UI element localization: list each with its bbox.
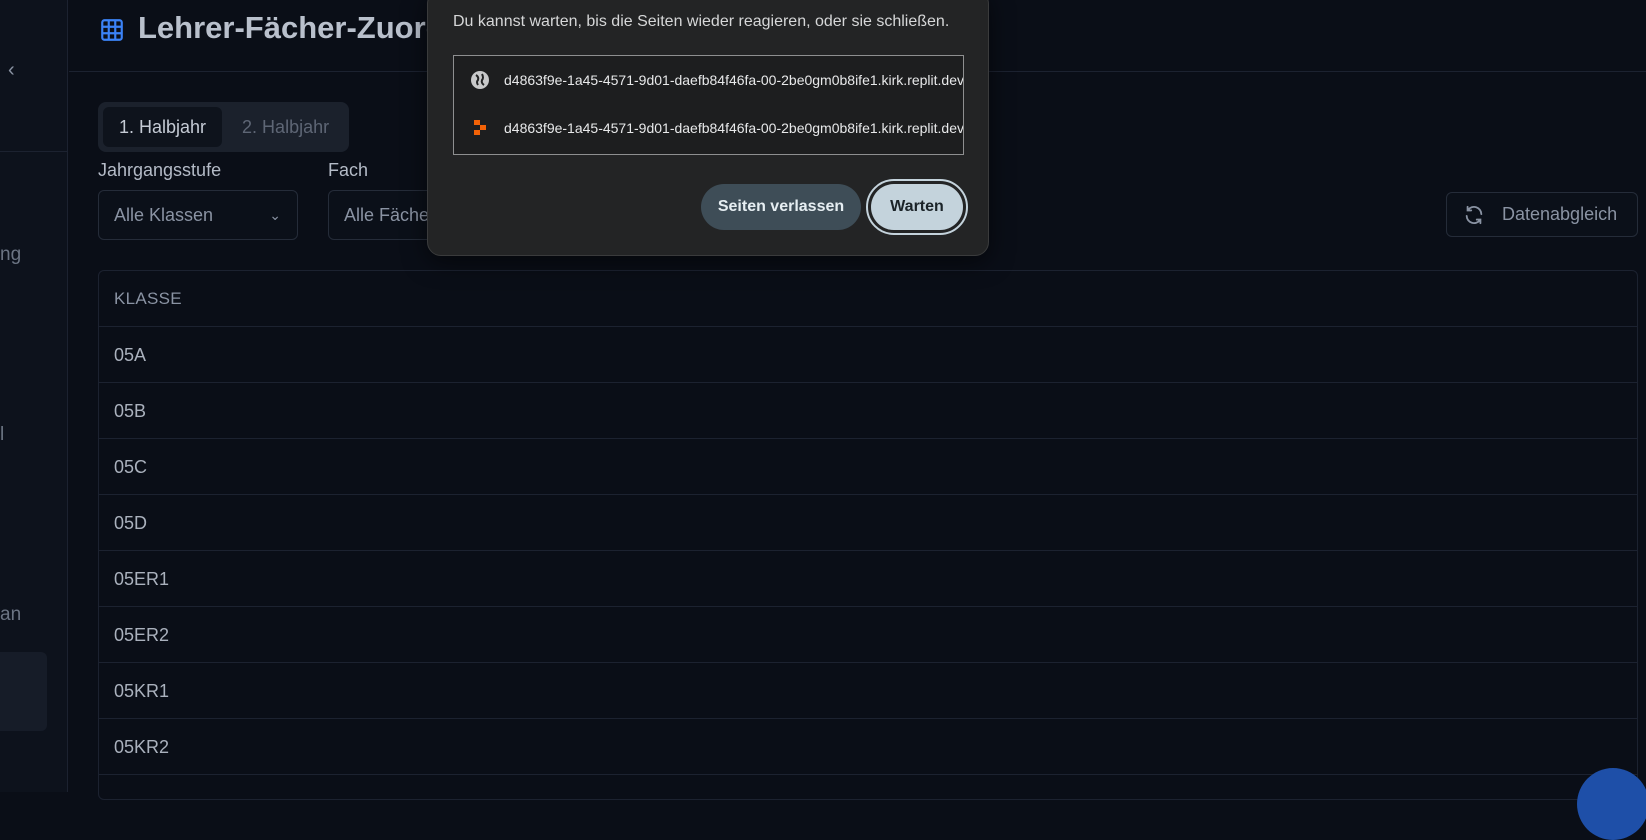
- table-row[interactable]: 05ER1: [99, 551, 1637, 607]
- grade-select[interactable]: Alle Klassen ⌄: [98, 190, 298, 240]
- table-row[interactable]: 05C: [99, 439, 1637, 495]
- sidebar-item-label[interactable]: l: [0, 424, 4, 446]
- sidebar-item-active[interactable]: [0, 652, 47, 731]
- help-button[interactable]: [1577, 768, 1646, 840]
- grade-filter-label: Jahrgangsstufe: [98, 160, 222, 180]
- table-row[interactable]: 05ER2: [99, 607, 1637, 663]
- leave-pages-button[interactable]: Seiten verlassen: [701, 184, 861, 230]
- globe-icon: [471, 71, 489, 89]
- table-row[interactable]: 05D: [99, 495, 1637, 551]
- list-item: d4863f9e-1a45-4571-9d01-daefb84f46fa-00-…: [454, 56, 963, 104]
- page-title: Lehrer-Fächer-Zuord: [138, 10, 445, 45]
- wait-button[interactable]: Warten: [866, 179, 968, 235]
- subject-select-value: Alle Fächer: [344, 205, 436, 225]
- semester-tabs: 1. Halbjahr 2. Halbjahr: [98, 102, 349, 152]
- replit-icon: [474, 120, 486, 135]
- sync-button[interactable]: Datenabgleich: [1446, 192, 1638, 237]
- chevron-down-icon: ⌄: [269, 207, 281, 223]
- tab-second-semester[interactable]: 2. Halbjahr: [226, 107, 345, 147]
- table-row[interactable]: 05KR1: [99, 663, 1637, 719]
- sidebar-item-label[interactable]: an: [0, 604, 21, 626]
- table-header: KLASSE: [99, 271, 1637, 327]
- class-table: KLASSE 05A 05B 05C 05D 05ER1 05ER2 05KR1…: [98, 270, 1638, 800]
- unresponsive-page-list: d4863f9e-1a45-4571-9d01-daefb84f46fa-00-…: [453, 55, 964, 155]
- table-row[interactable]: 05KR2: [99, 719, 1637, 775]
- dialog-message: Du kannst warten, bis die Seiten wieder …: [453, 13, 950, 30]
- unresponsive-page-dialog: Du kannst warten, bis die Seiten wieder …: [427, 0, 989, 256]
- table-row[interactable]: 05B: [99, 383, 1637, 439]
- page-url: d4863f9e-1a45-4571-9d01-daefb84f46fa-00-…: [504, 72, 963, 88]
- chevron-left-icon[interactable]: ‹: [8, 58, 28, 82]
- list-item: d4863f9e-1a45-4571-9d01-daefb84f46fa-00-…: [454, 104, 963, 152]
- sidebar-divider: [0, 151, 68, 152]
- sidebar-item-label[interactable]: ng: [0, 244, 21, 266]
- sidebar: ‹ ng l an: [0, 0, 68, 792]
- table-row[interactable]: 05A: [99, 327, 1637, 383]
- page-url: d4863f9e-1a45-4571-9d01-daefb84f46fa-00-…: [504, 120, 963, 136]
- sync-button-label: Datenabgleich: [1502, 204, 1618, 224]
- subject-filter-label: Fach: [328, 160, 369, 180]
- table-grid-icon: [101, 19, 123, 41]
- tab-first-semester[interactable]: 1. Halbjahr: [103, 107, 223, 147]
- grade-select-value: Alle Klassen: [114, 205, 214, 225]
- refresh-icon: [1465, 205, 1483, 225]
